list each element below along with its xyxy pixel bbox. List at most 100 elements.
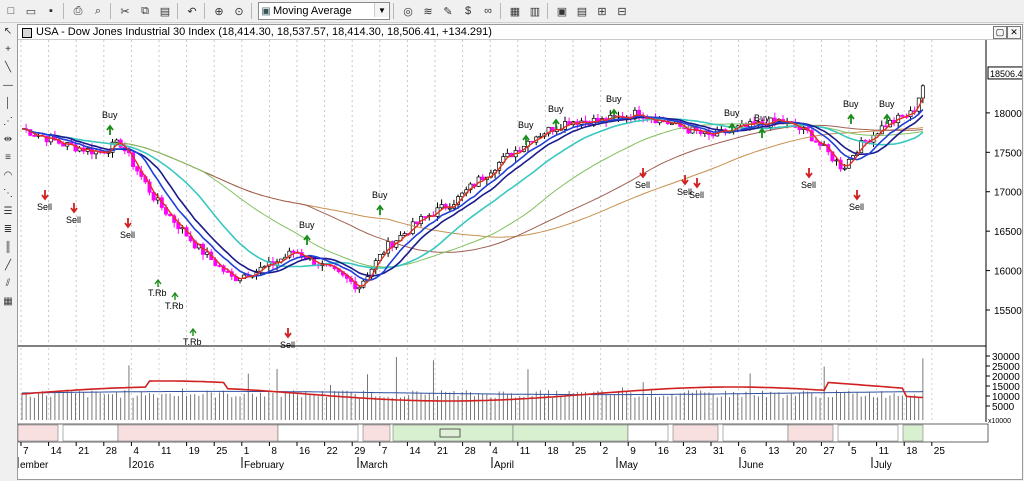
- month-label: 2016: [132, 460, 155, 471]
- timeline-segment: [722, 424, 789, 442]
- toolbar-separator: [393, 3, 394, 19]
- levels-icon[interactable]: ≣: [0, 222, 16, 238]
- open-icon[interactable]: ▭: [22, 2, 40, 20]
- fan-tool-icon[interactable]: ⋰: [0, 114, 16, 130]
- candle-body: [842, 167, 847, 170]
- toolbar-separator: [500, 3, 501, 19]
- buy-signal-label: Buy: [102, 110, 118, 120]
- binoculars-icon[interactable]: ∞: [479, 2, 497, 20]
- line-tool-icon[interactable]: ╲: [0, 60, 16, 76]
- timeline-segment: [362, 424, 391, 442]
- new-icon[interactable]: □: [2, 2, 20, 20]
- date-tick-label: 7: [23, 446, 29, 457]
- zoom-icon[interactable]: ⊙: [230, 2, 248, 20]
- window-menu-icon[interactable]: [22, 28, 32, 38]
- month-label: May: [619, 460, 638, 471]
- toolbar-separator: [63, 3, 64, 19]
- toolbar-separator: [547, 3, 548, 19]
- undo-icon[interactable]: ↶: [183, 2, 201, 20]
- candle-body: [900, 114, 905, 117]
- sell-signal-label: Sell: [801, 180, 816, 190]
- buy-signal-label: Buy: [724, 108, 740, 118]
- date-tick-label: 29: [354, 446, 366, 457]
- rebound-signal-label: T.Rb: [148, 288, 167, 298]
- candle-body: [505, 152, 510, 157]
- close-icon[interactable]: ✕: [1007, 26, 1021, 39]
- date-tick-label: 8: [271, 446, 277, 457]
- toolbar-separator: [177, 3, 178, 19]
- price-tick-label: 17000: [994, 188, 1022, 199]
- price-panel: [18, 40, 986, 345]
- buy-signal-label: Buy: [606, 94, 622, 104]
- table-icon[interactable]: ▦: [506, 2, 524, 20]
- edit-icon[interactable]: ✎: [439, 2, 457, 20]
- grid-tool-icon[interactable]: ▦: [0, 294, 16, 310]
- indicator-select-value: Moving Average: [273, 5, 352, 17]
- sell-signal-label: Sell: [37, 202, 52, 212]
- sell-signal-label: Sell: [849, 202, 864, 212]
- volume-trend-line: [21, 380, 923, 402]
- indicator-select[interactable]: ▣ Moving Average ▼: [258, 2, 390, 20]
- fibonacci-icon[interactable]: ≡: [0, 150, 16, 166]
- trendline-icon[interactable]: ╱: [0, 258, 16, 274]
- sell-signal-label: Sell: [280, 340, 295, 350]
- dollar-icon[interactable]: $: [459, 2, 477, 20]
- timeline-segment: [277, 424, 359, 442]
- copy-icon[interactable]: ⧉: [136, 2, 154, 20]
- buy-signal-label: Buy: [843, 99, 859, 109]
- price-tick-label: 17500: [994, 148, 1022, 159]
- print-preview-icon[interactable]: ⌕: [89, 2, 107, 20]
- restore-icon[interactable]: ▢: [993, 26, 1007, 39]
- volume-tick-label: 5000: [992, 402, 1015, 413]
- candle-body: [225, 271, 230, 273]
- candle-body: [217, 265, 222, 267]
- timeline-segment: [902, 424, 924, 442]
- date-tick-label: 19: [189, 446, 201, 457]
- money-icon[interactable]: ≋: [419, 2, 437, 20]
- indicator-icon[interactable]: ◎: [399, 2, 417, 20]
- volume-average-line: [21, 390, 923, 396]
- month-label: June: [742, 460, 764, 471]
- chevron-down-icon[interactable]: ▼: [374, 3, 389, 17]
- date-tick-label: 4: [133, 446, 139, 457]
- candle-body: [414, 221, 419, 225]
- date-tick-label: 18: [906, 446, 918, 457]
- buy-signal-label: Buy: [372, 190, 388, 200]
- timeline-segment: [18, 424, 59, 442]
- date-tick-label: 1: [244, 446, 250, 457]
- date-tick-label: 28: [465, 446, 477, 457]
- date-tick-label: 23: [685, 446, 697, 457]
- horizontal-line-icon[interactable]: —: [0, 78, 16, 94]
- toolbar-separator: [110, 3, 111, 19]
- gann-fan-icon[interactable]: ⋱: [0, 186, 16, 202]
- date-tick-label: 27: [823, 446, 835, 457]
- date-tick-label: 18: [547, 446, 559, 457]
- crosshair-icon[interactable]: ⊕: [210, 2, 228, 20]
- cycles-icon[interactable]: ║: [0, 240, 16, 256]
- crosshair-tool-icon[interactable]: +: [0, 42, 16, 58]
- parallel-icon[interactable]: ⫽: [0, 276, 16, 292]
- date-tick-label: 28: [106, 446, 118, 457]
- grid-icon[interactable]: ⊞: [593, 2, 611, 20]
- channel-tool-icon[interactable]: ⇹: [0, 132, 16, 148]
- print-icon[interactable]: ⎙: [69, 2, 87, 20]
- chart-window: USA - Dow Jones Industrial 30 Index (18,…: [17, 24, 1023, 480]
- chart-icon[interactable]: ▥: [526, 2, 544, 20]
- arc-tool-icon[interactable]: ◠: [0, 168, 16, 184]
- price-chart[interactable]: 18000 17500 17000 16500 16000 15500 18506.41 Se…: [18, 40, 1022, 480]
- paste-icon[interactable]: ▤: [156, 2, 174, 20]
- candle-body: [863, 140, 868, 142]
- layout-icon[interactable]: ▤: [573, 2, 591, 20]
- cut-icon[interactable]: ✂: [116, 2, 134, 20]
- date-tick-label: 4: [492, 446, 498, 457]
- save-icon[interactable]: ▪: [42, 2, 60, 20]
- pointer-icon[interactable]: ↖: [0, 24, 16, 40]
- date-tick-label: 13: [768, 446, 780, 457]
- candle-body: [439, 204, 444, 209]
- window-icon[interactable]: ▣: [553, 2, 571, 20]
- candle-body: [114, 139, 119, 143]
- toolbar-separator: [204, 3, 205, 19]
- vertical-line-icon[interactable]: │: [0, 96, 16, 112]
- tile-icon[interactable]: ⊟: [613, 2, 631, 20]
- retracement-icon[interactable]: ☰: [0, 204, 16, 220]
